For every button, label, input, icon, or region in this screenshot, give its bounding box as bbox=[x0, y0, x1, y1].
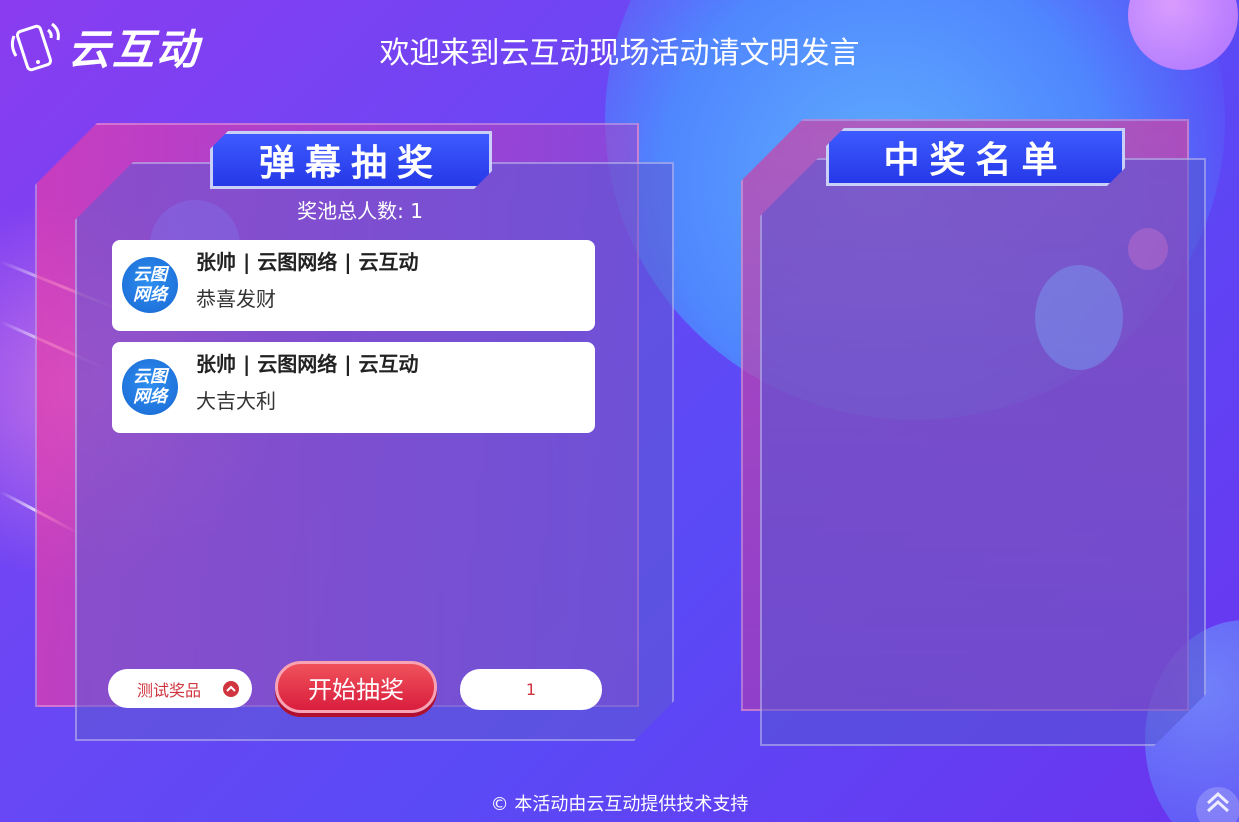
prize-select-value: 测试奖品 bbox=[137, 680, 202, 700]
danmaku-message: 恭喜发财 bbox=[196, 287, 276, 311]
back-to-top-button[interactable] bbox=[1196, 787, 1239, 822]
footer-credit: © 本活动由云互动提供技术支持 bbox=[490, 794, 749, 815]
winners-panel-title: 中奖名单 bbox=[826, 128, 1125, 186]
avatar-text: 云图 bbox=[133, 265, 167, 285]
background-bubble bbox=[1128, 228, 1168, 270]
page-title: 欢迎来到云互动现场活动请文明发言 bbox=[379, 36, 860, 71]
danmaku-item: 云图 网络 张帅 | 云图网络 | 云互动 大吉大利 bbox=[112, 342, 595, 433]
danmaku-sender: 张帅 | 云图网络 | 云互动 bbox=[196, 250, 419, 274]
danmaku-item: 云图 网络 张帅 | 云图网络 | 云互动 恭喜发财 bbox=[112, 240, 595, 331]
pool-count: 奖池总人数: 1 bbox=[210, 195, 510, 224]
prize-select[interactable]: 测试奖品 bbox=[108, 669, 252, 708]
draw-count-input[interactable] bbox=[460, 669, 602, 710]
chevron-up-icon bbox=[223, 680, 240, 697]
avatar-text: 网络 bbox=[133, 387, 167, 407]
pool-count-value: 1 bbox=[410, 199, 423, 223]
avatar: 云图 网络 bbox=[122, 359, 178, 415]
avatar-text: 云图 bbox=[133, 367, 167, 387]
start-draw-button[interactable]: 开始抽奖 bbox=[275, 661, 437, 713]
avatar: 云图 网络 bbox=[122, 257, 178, 313]
background-bubble bbox=[1035, 265, 1123, 370]
lottery-panel-title: 弹幕抽奖 bbox=[210, 131, 492, 189]
danmaku-message: 大吉大利 bbox=[196, 389, 276, 413]
danmaku-sender: 张帅 | 云图网络 | 云互动 bbox=[196, 352, 419, 376]
double-chevron-up-icon bbox=[1206, 791, 1230, 813]
stage: 云互动 欢迎来到云互动现场活动请文明发言 弹幕抽奖 奖池总人数: 1 云图 网络… bbox=[0, 0, 1239, 822]
avatar-text: 网络 bbox=[133, 285, 167, 305]
pool-count-label: 奖池总人数: bbox=[297, 199, 404, 223]
